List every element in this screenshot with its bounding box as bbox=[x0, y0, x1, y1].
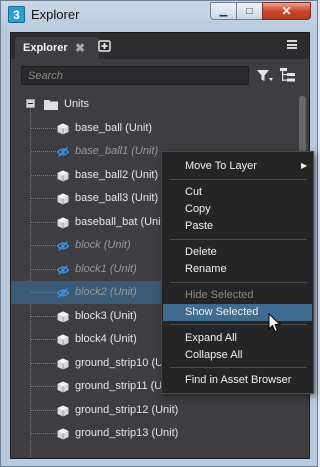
tree-root-label: Units bbox=[64, 98, 90, 110]
menu-separator bbox=[170, 367, 307, 368]
panel-menu-icon[interactable] bbox=[287, 40, 297, 49]
hidden-eye-icon[interactable] bbox=[57, 240, 69, 252]
tree-branch-line bbox=[31, 339, 56, 340]
tab-label: Explorer bbox=[23, 42, 68, 54]
menu-item-label: Hide Selected bbox=[185, 289, 254, 301]
menu-item-copy[interactable]: Copy bbox=[163, 201, 312, 218]
unit-cube-icon[interactable] bbox=[57, 358, 69, 370]
tree-item-label: block (Unit) bbox=[75, 239, 131, 251]
hidden-eye-icon[interactable] bbox=[57, 146, 69, 158]
tree-branch-line bbox=[31, 222, 56, 223]
menu-item-cut[interactable]: Cut bbox=[163, 184, 312, 201]
tab-bar: Explorer ✖ bbox=[11, 33, 309, 59]
menu-item-label: Collapse All bbox=[185, 349, 243, 361]
tab-close-icon[interactable]: ✖ bbox=[75, 41, 85, 55]
unit-cube-icon[interactable] bbox=[57, 311, 69, 323]
unit-cube-icon[interactable] bbox=[57, 334, 69, 346]
tab-explorer[interactable]: Explorer ✖ bbox=[15, 37, 99, 59]
tree-item[interactable]: ground_strip13 (Unit) bbox=[11, 422, 296, 445]
explorer-toolbar bbox=[11, 59, 309, 93]
menu-separator bbox=[170, 282, 307, 283]
tree-branch-line bbox=[31, 151, 56, 152]
menu-item-label: Cut bbox=[185, 186, 203, 198]
maximize-button[interactable]: □ bbox=[236, 2, 263, 20]
plus-icon bbox=[97, 40, 111, 52]
search-input[interactable] bbox=[28, 70, 238, 82]
app-icon: 3 bbox=[8, 6, 25, 23]
menu-item-paste[interactable]: Paste bbox=[163, 218, 312, 235]
menu-item-rename[interactable]: Rename bbox=[163, 261, 312, 278]
menu-item-label: Delete bbox=[185, 246, 217, 258]
menu-item-move-to-layer[interactable]: Move To Layer ▶ bbox=[163, 158, 312, 175]
hidden-eye-icon[interactable] bbox=[57, 287, 69, 299]
menu-item-delete[interactable]: Delete bbox=[163, 244, 312, 261]
unit-cube-icon[interactable] bbox=[57, 123, 69, 135]
tree-item[interactable]: base_ball (Unit) bbox=[11, 117, 296, 140]
add-tab-button[interactable] bbox=[97, 40, 111, 52]
tree-branch-line bbox=[31, 386, 56, 387]
submenu-arrow-icon: ▶ bbox=[301, 161, 308, 170]
tree-branch-line bbox=[31, 198, 56, 199]
close-button[interactable]: ✕ bbox=[262, 2, 311, 20]
window-title: Explorer bbox=[31, 7, 80, 22]
tree-branch-line bbox=[31, 269, 56, 270]
unit-cube-icon[interactable] bbox=[57, 381, 69, 393]
unit-cube-icon[interactable] bbox=[57, 405, 69, 417]
menu-separator bbox=[170, 324, 307, 325]
menu-item-hide-selected: Hide Selected bbox=[163, 287, 312, 304]
menu-item-label: Paste bbox=[185, 220, 214, 232]
tree-item-label: base_ball3 (Unit) bbox=[75, 192, 159, 204]
tree-branch-line bbox=[31, 245, 56, 246]
mouse-cursor-icon bbox=[268, 313, 282, 333]
menu-item-find-in-asset-browser[interactable]: Find in Asset Browser bbox=[163, 372, 312, 389]
collapse-toggle-icon[interactable] bbox=[26, 99, 35, 108]
title-bar[interactable]: 3 Explorer ▁ □ ✕ bbox=[1, 1, 317, 29]
tree-item-label: baseball_bat (Unit) bbox=[75, 216, 168, 228]
tree-branch-line bbox=[31, 128, 56, 129]
tree-branch-line bbox=[31, 292, 56, 293]
tree-item[interactable]: ground_strip12 (Unit) bbox=[11, 399, 296, 422]
menu-item-show-selected[interactable]: Show Selected bbox=[163, 304, 312, 321]
tree-branch-line bbox=[31, 410, 56, 411]
menu-item-label: Copy bbox=[185, 203, 211, 215]
filter-icon[interactable] bbox=[256, 69, 274, 83]
context-menu: Move To Layer ▶ Cut Copy Paste Delete Rename Hi… bbox=[161, 151, 314, 394]
unit-cube-icon[interactable] bbox=[57, 217, 69, 229]
tree-item-label: base_ball1 (Unit) bbox=[75, 145, 159, 157]
folder-icon bbox=[44, 100, 58, 110]
tree-item-label: block2 (Unit) bbox=[75, 286, 137, 298]
tree-branch-line bbox=[31, 175, 56, 176]
menu-item-label: Move To Layer bbox=[185, 160, 257, 172]
menu-item-collapse-all[interactable]: Collapse All bbox=[163, 347, 312, 364]
hidden-eye-icon[interactable] bbox=[57, 264, 69, 276]
tree-branch-line bbox=[31, 433, 56, 434]
menu-item-label: Expand All bbox=[185, 332, 237, 344]
menu-item-label: Show Selected bbox=[185, 306, 259, 318]
unit-cube-icon[interactable] bbox=[57, 428, 69, 440]
search-box[interactable] bbox=[21, 66, 249, 85]
tree-item-label: block1 (Unit) bbox=[75, 263, 137, 275]
menu-separator bbox=[170, 179, 307, 180]
minimize-button[interactable]: ▁ bbox=[210, 2, 237, 20]
hierarchy-view-icon[interactable] bbox=[279, 67, 297, 83]
unit-cube-icon[interactable] bbox=[57, 170, 69, 182]
menu-item-label: Find in Asset Browser bbox=[185, 374, 292, 386]
tree-item-label: ground_strip12 (Unit) bbox=[75, 404, 179, 416]
menu-separator bbox=[170, 239, 307, 240]
tree-item-label: base_ball (Unit) bbox=[75, 122, 153, 134]
unit-cube-icon[interactable] bbox=[57, 193, 69, 205]
tree-item-label: ground_strip13 (Unit) bbox=[75, 427, 179, 439]
tree-branch-line bbox=[31, 363, 56, 364]
tree-item-label: base_ball2 (Unit) bbox=[75, 169, 159, 181]
menu-item-expand-all[interactable]: Expand All bbox=[163, 330, 312, 347]
tree-item-label: block4 (Unit) bbox=[75, 333, 137, 345]
tree-branch-line bbox=[31, 316, 56, 317]
tree-item-label: block3 (Unit) bbox=[75, 310, 137, 322]
menu-item-label: Rename bbox=[185, 263, 227, 275]
tree-root-units[interactable]: Units bbox=[11, 93, 296, 116]
